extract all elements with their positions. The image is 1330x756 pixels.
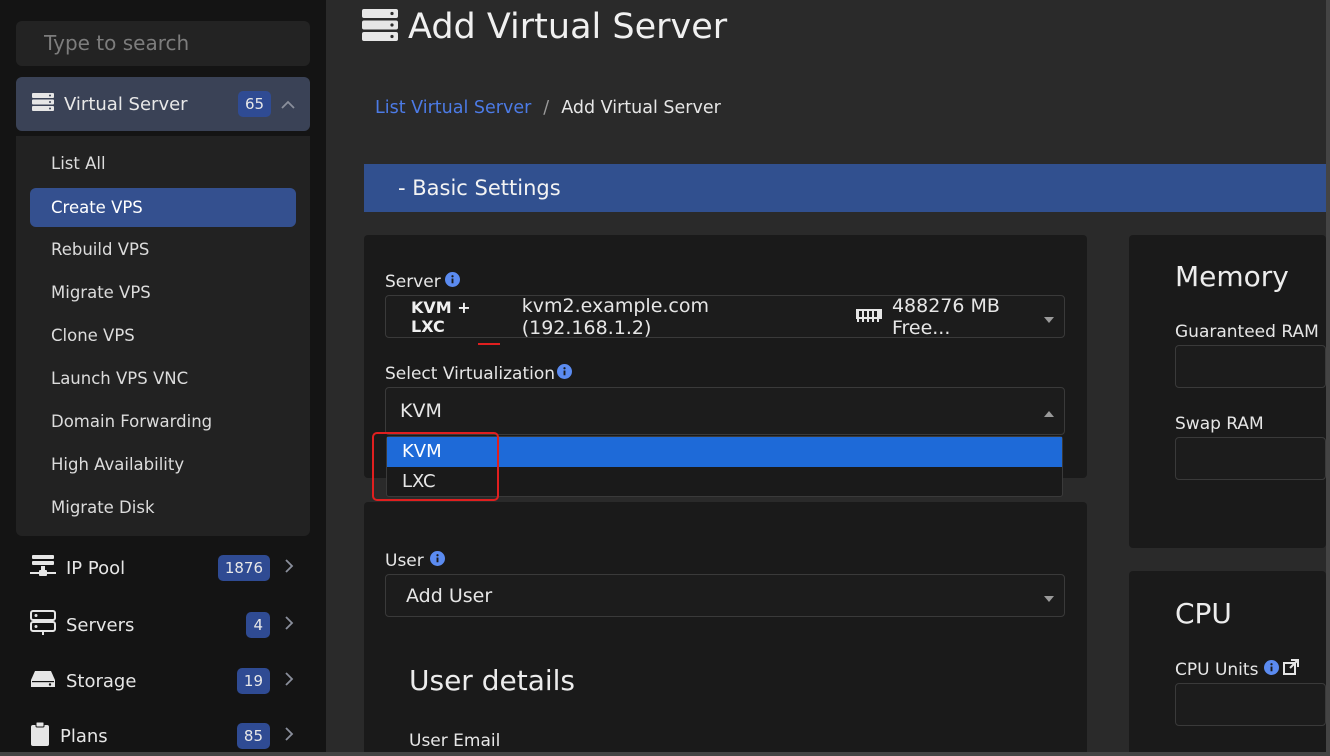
hard-drive-icon <box>30 668 56 694</box>
basic-settings-header[interactable]: - Basic Settings <box>364 164 1326 212</box>
count-badge: 65 <box>238 91 272 117</box>
window-border-right <box>1326 0 1330 756</box>
server-stack-icon <box>32 93 54 115</box>
submenu-item-high-availability[interactable]: High Availability <box>30 445 296 484</box>
info-icon[interactable] <box>557 364 573 384</box>
info-icon[interactable] <box>1264 659 1280 680</box>
swap-ram-label: Swap RAM <box>1175 414 1264 434</box>
chevron-right-icon <box>284 558 294 578</box>
caret-down-icon <box>1044 585 1054 607</box>
chevron-right-icon <box>284 671 294 691</box>
annotation-highlight-box <box>372 432 499 501</box>
guaranteed-ram-input[interactable] <box>1175 345 1326 388</box>
sidebar-item-label: Servers <box>66 614 135 636</box>
servers-icon <box>30 610 56 640</box>
cpu-title: CPU <box>1175 597 1232 630</box>
user-label-text: User <box>385 551 424 571</box>
user-settings-card <box>364 502 1087 756</box>
sidebar-item-label: Plans <box>60 725 108 747</box>
window-border-bottom <box>0 752 1330 756</box>
chevron-up-icon[interactable] <box>280 91 296 121</box>
server-label: Server <box>385 272 460 292</box>
user-selected-value: Add User <box>406 584 493 607</box>
virtualization-label: Select Virtualization <box>385 364 573 384</box>
breadcrumb: List Virtual Server / Add Virtual Server <box>375 98 721 118</box>
swap-ram-input[interactable] <box>1175 437 1326 480</box>
count-badge: 19 <box>236 668 270 694</box>
count-badge: 1876 <box>217 555 270 581</box>
sidebar-item-storage[interactable]: Storage 19 <box>30 661 302 701</box>
external-link-icon[interactable] <box>1283 659 1300 680</box>
guaranteed-ram-label: Guaranteed RAM <box>1175 322 1319 342</box>
virtualization-select[interactable]: KVM <box>385 387 1065 435</box>
sidebar-item-label: Virtual Server <box>64 93 188 115</box>
submenu-item-create-vps[interactable]: Create VPS <box>30 188 296 227</box>
virtual-server-submenu: List All Create VPS Rebuild VPS Migrate … <box>16 136 310 536</box>
submenu-item-rebuild-vps[interactable]: Rebuild VPS <box>30 230 296 269</box>
page-title-text: Add Virtual Server <box>408 7 728 47</box>
count-badge: 85 <box>236 723 270 749</box>
breadcrumb-separator: / <box>543 98 550 118</box>
breadcrumb-current: Add Virtual Server <box>561 98 721 118</box>
virtualization-selected-value: KVM <box>400 400 442 422</box>
caret-down-icon <box>1044 306 1054 328</box>
server-label-text: Server <box>385 272 441 292</box>
sidebar-item-ip-pool[interactable]: IP Pool 1876 <box>30 548 302 588</box>
user-details-title: User details <box>409 664 576 697</box>
submenu-item-migrate-vps[interactable]: Migrate VPS <box>30 273 296 312</box>
sidebar-item-servers[interactable]: Servers 4 <box>30 605 302 645</box>
search-input[interactable] <box>16 21 310 66</box>
server-virt-type: KVM + LXC <box>411 297 471 336</box>
sidebar: Virtual Server 65 List All Create VPS Re… <box>0 0 326 756</box>
page-title: Add Virtual Server <box>362 4 727 50</box>
user-email-label: User Email <box>409 731 501 751</box>
memory-title: Memory <box>1175 260 1289 293</box>
sidebar-item-label: IP Pool <box>66 557 126 579</box>
submenu-item-launch-vnc[interactable]: Launch VPS VNC <box>30 359 296 398</box>
memory-chip-icon <box>855 306 882 328</box>
virtualization-label-text: Select Virtualization <box>385 364 556 384</box>
server-free-memory: 488276 MB Free... <box>891 294 1000 339</box>
server-stack-icon <box>362 9 398 45</box>
submenu-item-clone-vps[interactable]: Clone VPS <box>30 316 296 355</box>
submenu-item-list-all[interactable]: List All <box>30 144 296 183</box>
network-icon <box>30 554 56 582</box>
sidebar-item-plans[interactable]: Plans 85 <box>30 716 302 756</box>
info-icon[interactable] <box>444 272 460 292</box>
sidebar-item-label: Storage <box>66 670 137 692</box>
cpu-units-input[interactable] <box>1175 683 1326 726</box>
breadcrumb-link-list-virtual-server[interactable]: List Virtual Server <box>375 98 531 118</box>
annotation-underline <box>478 343 500 345</box>
sidebar-item-virtual-server[interactable]: Virtual Server 65 <box>16 77 310 131</box>
server-select[interactable]: KVM + LXC kvm2.example.com (192.168.1.2)… <box>385 294 1065 339</box>
count-badge: 4 <box>246 612 270 638</box>
caret-up-icon <box>1044 400 1054 422</box>
submenu-item-domain-forwarding[interactable]: Domain Forwarding <box>30 402 296 441</box>
clipboard-icon <box>30 721 50 750</box>
chevron-right-icon <box>284 726 294 746</box>
submenu-item-migrate-disk[interactable]: Migrate Disk <box>30 488 296 527</box>
cpu-units-label-text: CPU Units <box>1175 659 1259 680</box>
server-host: kvm2.example.com (192.168.1.2) <box>521 294 710 339</box>
user-select[interactable]: Add User <box>385 574 1065 617</box>
info-icon[interactable] <box>429 551 445 571</box>
cpu-units-label: CPU Units <box>1175 659 1300 680</box>
chevron-right-icon <box>284 615 294 635</box>
user-label: User <box>385 551 445 571</box>
